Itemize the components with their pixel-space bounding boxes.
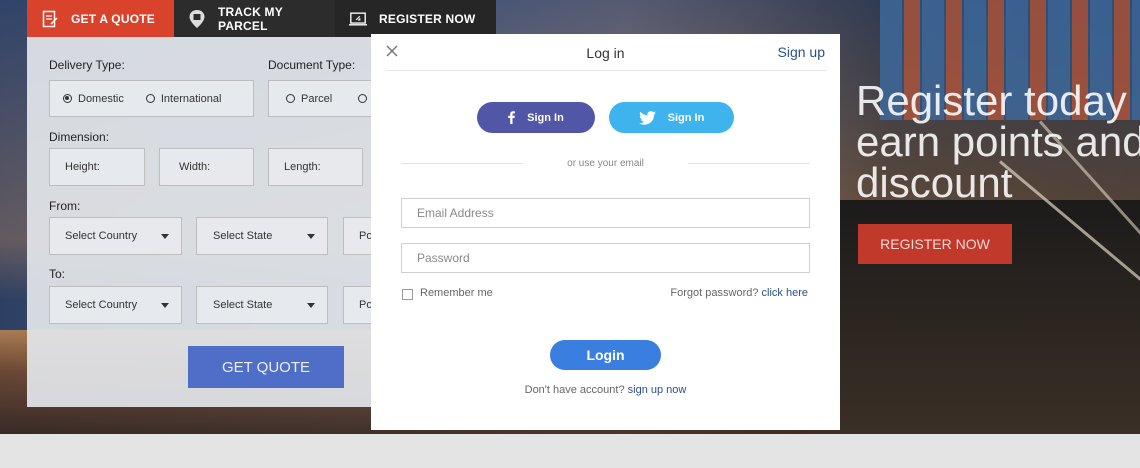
email-field[interactable] [401,198,810,228]
to-label: To: [49,267,66,281]
from-state-value: Select State [213,230,273,242]
no-account-text: Don't have account? [524,384,625,396]
get-quote-button[interactable]: GET QUOTE [188,346,344,388]
radio-parcel[interactable] [286,94,295,103]
location-pin-icon [188,9,206,28]
radio-label-parcel: Parcel [301,92,333,105]
chevron-down-icon [307,303,315,308]
chevron-down-icon [161,234,169,239]
facebook-sign-in-label: Sign In [527,111,564,124]
to-country-select[interactable]: Select Country [49,286,182,324]
from-country-select[interactable]: Select Country [49,217,182,255]
login-button[interactable]: Login [550,340,661,370]
to-country-value: Select Country [65,299,138,311]
laptop-icon [349,10,367,28]
twitter-sign-in-label: Sign In [667,111,705,124]
hero-line: earn points and [856,118,1140,165]
chevron-down-icon [307,234,315,239]
delivery-type-group: Domestic International [49,80,254,117]
no-account-prompt: Don't have account? sign up now [371,384,840,396]
remember-me-label: Remember me [420,287,493,299]
register-now-button[interactable]: REGISTER NOW [858,224,1012,264]
login-modal: Log in Sign up Sign In Sign In or use yo… [371,34,840,430]
tab-label: GET A QUOTE [71,11,155,26]
twitter-sign-in-button[interactable]: Sign In [609,102,734,133]
chevron-down-icon [161,303,169,308]
forgot-password: Forgot password? click here [670,287,808,299]
to-state-select[interactable]: Select State [196,286,328,324]
service-tabs: GET A QUOTE TRACK MY PARCEL REGISTER NOW [27,0,496,37]
from-label: From: [49,199,81,213]
hero-line: Register today [856,77,1127,124]
radio-label-international: International [160,92,222,105]
modal-title: Log in [586,45,625,61]
divider-text: or use your email [567,158,644,169]
delivery-type-label: Delivery Type: [49,58,125,72]
tab-track-my-parcel[interactable]: TRACK MY PARCEL [174,0,335,37]
tab-register-now[interactable]: REGISTER NOW [335,0,496,37]
tab-label: REGISTER NOW [379,11,476,26]
document-type-group: Parcel [268,80,378,117]
radio-domestic[interactable] [63,94,72,103]
tab-label: TRACK MY PARCEL [218,4,283,33]
width-input[interactable]: Width: [159,148,254,186]
document-icon [41,10,59,28]
forgot-password-link[interactable]: click here [762,287,808,299]
radio-label-domestic: Domestic [78,92,124,105]
sign-up-now-link[interactable]: sign up now [628,384,687,396]
modal-header: Log in Sign up [371,34,840,72]
radio-international[interactable] [145,94,155,103]
tab-get-a-quote[interactable]: GET A QUOTE [27,0,174,37]
from-country-value: Select Country [65,230,138,242]
document-type-label: Document Type: [268,58,356,72]
twitter-icon [638,110,656,125]
forgot-password-text: Forgot password? [670,287,759,299]
from-state-select[interactable]: Select State [196,217,328,255]
to-state-value: Select State [213,299,273,311]
bottom-section [0,434,1140,468]
remember-me-checkbox[interactable] [402,289,413,300]
height-input[interactable]: Height: [49,148,145,186]
password-field[interactable] [401,243,810,273]
facebook-sign-in-button[interactable]: Sign In [477,102,595,133]
radio-document[interactable] [358,94,368,103]
header-divider [385,70,826,71]
length-input[interactable]: Length: [268,148,363,186]
hero-headline: Register today earn points and discount [856,77,1140,206]
facebook-icon [508,111,516,124]
sign-up-link[interactable]: Sign up [778,44,825,60]
hero-line: discount [856,159,1013,206]
dimension-label: Dimension: [49,130,110,144]
